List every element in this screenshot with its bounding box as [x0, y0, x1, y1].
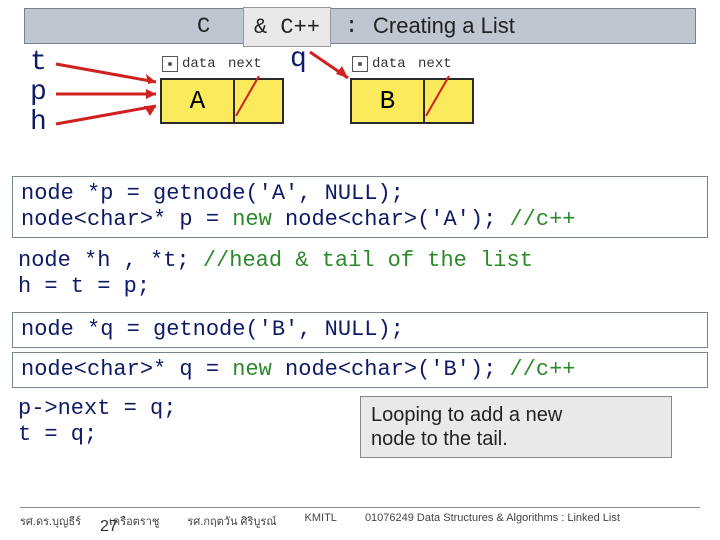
ptr-p: p	[30, 78, 47, 108]
header-bar: C & C++ : Creating a List	[24, 8, 696, 44]
note-box: Looping to add a new node to the tail.	[360, 396, 672, 458]
note-line: Looping to add a new	[371, 403, 661, 427]
code-line: node *h , *t; //head & tail of the list	[18, 248, 533, 274]
node-b: B	[350, 78, 474, 124]
code-line: t = q;	[18, 422, 176, 448]
page-title: Creating a List	[373, 13, 515, 39]
dot-icon	[162, 56, 178, 72]
code-block-3: node<char>* q = new node<char>('B'); //c…	[12, 352, 708, 388]
footer-org: KMITL	[305, 512, 337, 530]
code-line: p->next = q;	[18, 396, 176, 422]
dot-icon	[352, 56, 368, 72]
node-b-label: data next	[352, 56, 452, 72]
arrow-h	[56, 102, 166, 128]
code-block-1: node *p = getnode('A', NULL); node<char>…	[12, 176, 708, 238]
footer-author2: รศ.กฤตวัน ศิริบูรณ์	[187, 512, 276, 530]
code-block-2: node *q = getnode('B', NULL);	[12, 312, 708, 348]
node-a: A	[160, 78, 284, 124]
lang-c: C	[197, 14, 210, 39]
footer-course: 01076249 Data Structures & Algorithms : …	[365, 512, 620, 530]
code-line: node *q = getnode('B', NULL);	[21, 317, 699, 343]
note-line: node to the tail.	[371, 427, 661, 451]
header-colon: :	[345, 14, 358, 39]
code-line: node<char>* q = new node<char>('B'); //c…	[21, 357, 699, 383]
code-line: h = t = p;	[18, 274, 533, 300]
footer: รศ.ดร.บุญธีร์ เครือตราชู รศ.กฤตวัน ศิริบ…	[20, 507, 700, 530]
arrow-p	[56, 88, 166, 100]
arrow-t	[56, 60, 166, 86]
diagram: t p h data next A q data next B	[20, 44, 700, 174]
node-b-next	[425, 80, 472, 122]
lang-cpp-button[interactable]: & C++	[243, 7, 331, 47]
code-line: node<char>* p = new node<char>('A'); //c…	[21, 207, 699, 233]
pointer-labels: t p h	[30, 48, 47, 138]
code-plain-2: p->next = q; t = q;	[18, 396, 176, 448]
ptr-h: h	[30, 108, 47, 138]
ptr-q: q	[290, 44, 307, 75]
slide-number: 27	[100, 518, 118, 536]
node-a-label: data next	[162, 56, 262, 72]
code-plain-1: node *h , *t; //head & tail of the list …	[18, 248, 533, 300]
node-a-next	[235, 80, 282, 122]
node-b-data: B	[352, 80, 425, 122]
ptr-t: t	[30, 48, 47, 78]
node-a-data: A	[162, 80, 235, 122]
code-line: node *p = getnode('A', NULL);	[21, 181, 699, 207]
footer-author1: รศ.ดร.บุญธีร์	[20, 512, 81, 530]
